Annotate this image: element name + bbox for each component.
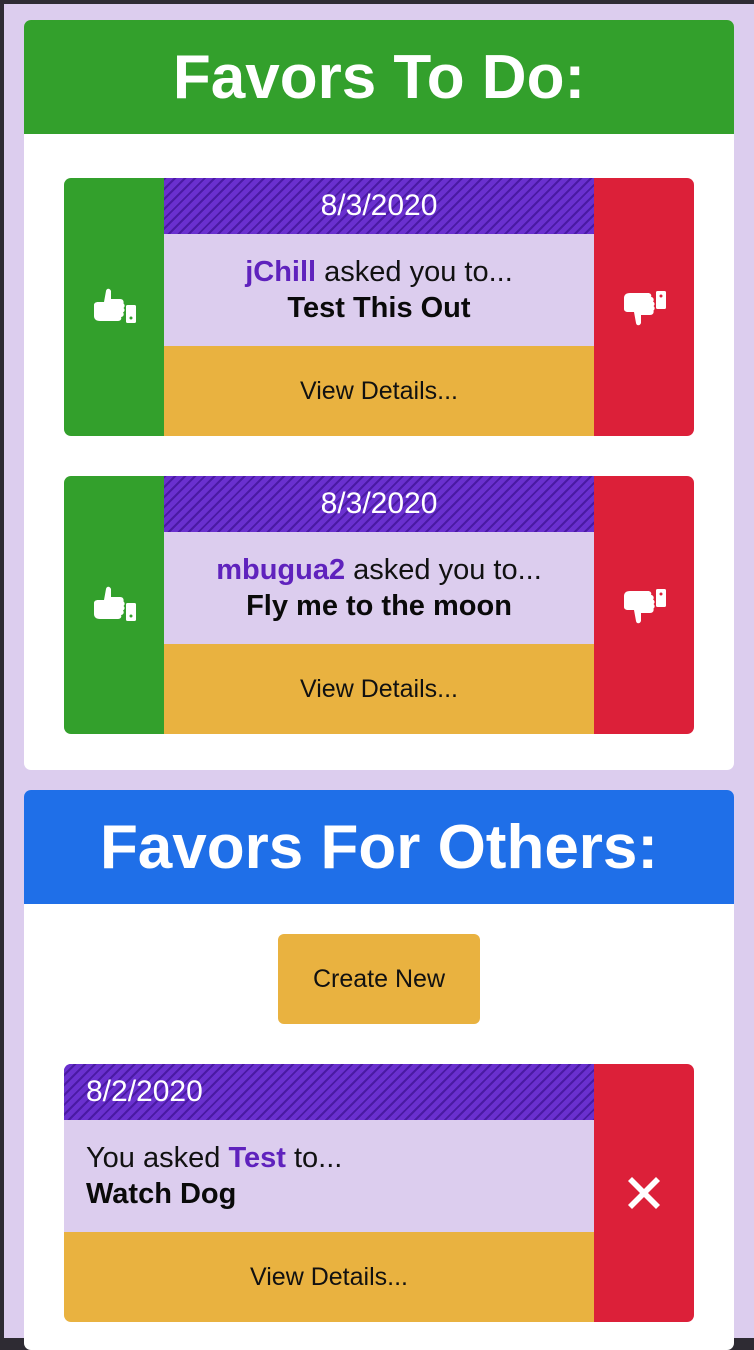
favor-date: 8/3/2020 (164, 178, 594, 234)
favor-task: Fly me to the moon (246, 590, 512, 622)
requester-name[interactable]: jChill (245, 256, 316, 288)
delete-favor-button[interactable] (594, 1064, 694, 1322)
favors-for-others-section: Favors For Others: Create New 8/2/2020 Y… (24, 790, 734, 1350)
reject-button[interactable] (594, 476, 694, 734)
thumbs-up-icon (94, 288, 136, 323)
favor-request-line: You asked Test to... (86, 1140, 342, 1176)
target-name[interactable]: Test (228, 1142, 285, 1174)
page: Favors To Do: 8/3/2020 jChill asked you … (4, 4, 754, 1350)
asked-suffix: to... (285, 1142, 343, 1174)
accept-button[interactable] (64, 476, 164, 734)
asked-prefix: You asked (86, 1142, 229, 1174)
favor-card: 8/2/2020 You asked Test to... Watch Dog … (64, 1064, 694, 1322)
favor-card: 8/3/2020 mbugua2 asked you to... Fly me … (64, 476, 694, 734)
requester-name[interactable]: mbugua2 (216, 554, 345, 586)
favor-message: You asked Test to... Watch Dog (64, 1120, 594, 1232)
favor-task: Test This Out (287, 292, 471, 324)
asked-text: asked you to... (316, 256, 513, 288)
favor-task: Watch Dog (86, 1178, 237, 1210)
accept-button[interactable] (64, 178, 164, 436)
favors-to-do-title: Favors To Do: (24, 20, 734, 134)
favor-message: mbugua2 asked you to... Fly me to the mo… (164, 532, 594, 644)
create-new-button[interactable]: Create New (278, 934, 480, 1024)
favor-card: 8/3/2020 jChill asked you to... Test Thi… (64, 178, 694, 436)
reject-button[interactable] (594, 178, 694, 436)
view-details-button[interactable]: View Details... (64, 1232, 594, 1322)
view-details-button[interactable]: View Details... (164, 346, 594, 436)
favors-for-others-title: Favors For Others: (24, 790, 734, 904)
favor-date: 8/3/2020 (164, 476, 594, 532)
thumbs-down-icon (624, 589, 666, 624)
asked-text: asked you to... (345, 554, 542, 586)
view-details-button[interactable]: View Details... (164, 644, 594, 734)
thumbs-down-icon (624, 291, 666, 326)
favor-request-line: mbugua2 asked you to... (216, 552, 542, 588)
favor-date: 8/2/2020 (64, 1064, 594, 1120)
favors-to-do-section: Favors To Do: 8/3/2020 jChill asked you … (24, 20, 734, 770)
favor-request-line: jChill asked you to... (245, 254, 513, 290)
close-icon (628, 1177, 660, 1209)
thumbs-up-icon (94, 586, 136, 621)
favor-message: jChill asked you to... Test This Out (164, 234, 594, 346)
